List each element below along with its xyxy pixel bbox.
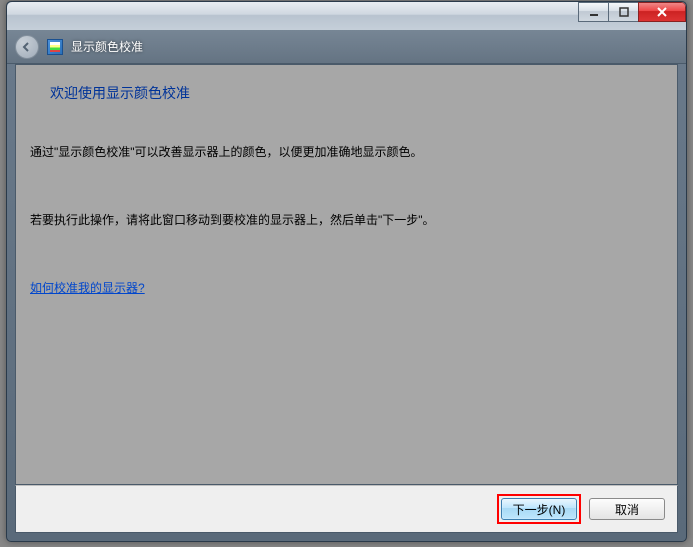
app-title: 显示颜色校准	[71, 38, 143, 55]
footer-bar: 下一步(N) 取消	[15, 485, 678, 533]
cancel-button[interactable]: 取消	[589, 498, 665, 520]
window-frame: 显示颜色校准 欢迎使用显示颜色校准 通过"显示颜色校准"可以改善显示器上的颜色，…	[6, 1, 687, 542]
titlebar	[7, 2, 686, 30]
close-icon	[656, 7, 668, 17]
highlight-annotation: 下一步(N)	[497, 494, 581, 524]
content-area: 欢迎使用显示颜色校准 通过"显示颜色校准"可以改善显示器上的颜色，以便更加准确地…	[16, 65, 677, 484]
arrow-left-icon	[21, 41, 33, 53]
intro-paragraph: 通过"显示颜色校准"可以改善显示器上的颜色，以便更加准确地显示颜色。	[30, 143, 663, 161]
header-bar: 显示颜色校准	[7, 30, 686, 64]
back-button[interactable]	[15, 35, 39, 59]
maximize-button[interactable]	[608, 2, 638, 22]
page-heading: 欢迎使用显示颜色校准	[30, 83, 663, 103]
help-link[interactable]: 如何校准我的显示器?	[30, 281, 145, 295]
minimize-button[interactable]	[578, 2, 608, 22]
app-icon	[47, 39, 63, 55]
content-frame: 欢迎使用显示颜色校准 通过"显示颜色校准"可以改善显示器上的颜色，以便更加准确地…	[15, 64, 678, 485]
close-button[interactable]	[638, 2, 686, 22]
maximize-icon	[619, 7, 629, 17]
instruction-paragraph: 若要执行此操作，请将此窗口移动到要校准的显示器上，然后单击"下一步"。	[30, 211, 663, 229]
minimize-icon	[589, 7, 599, 17]
next-button[interactable]: 下一步(N)	[501, 498, 577, 520]
